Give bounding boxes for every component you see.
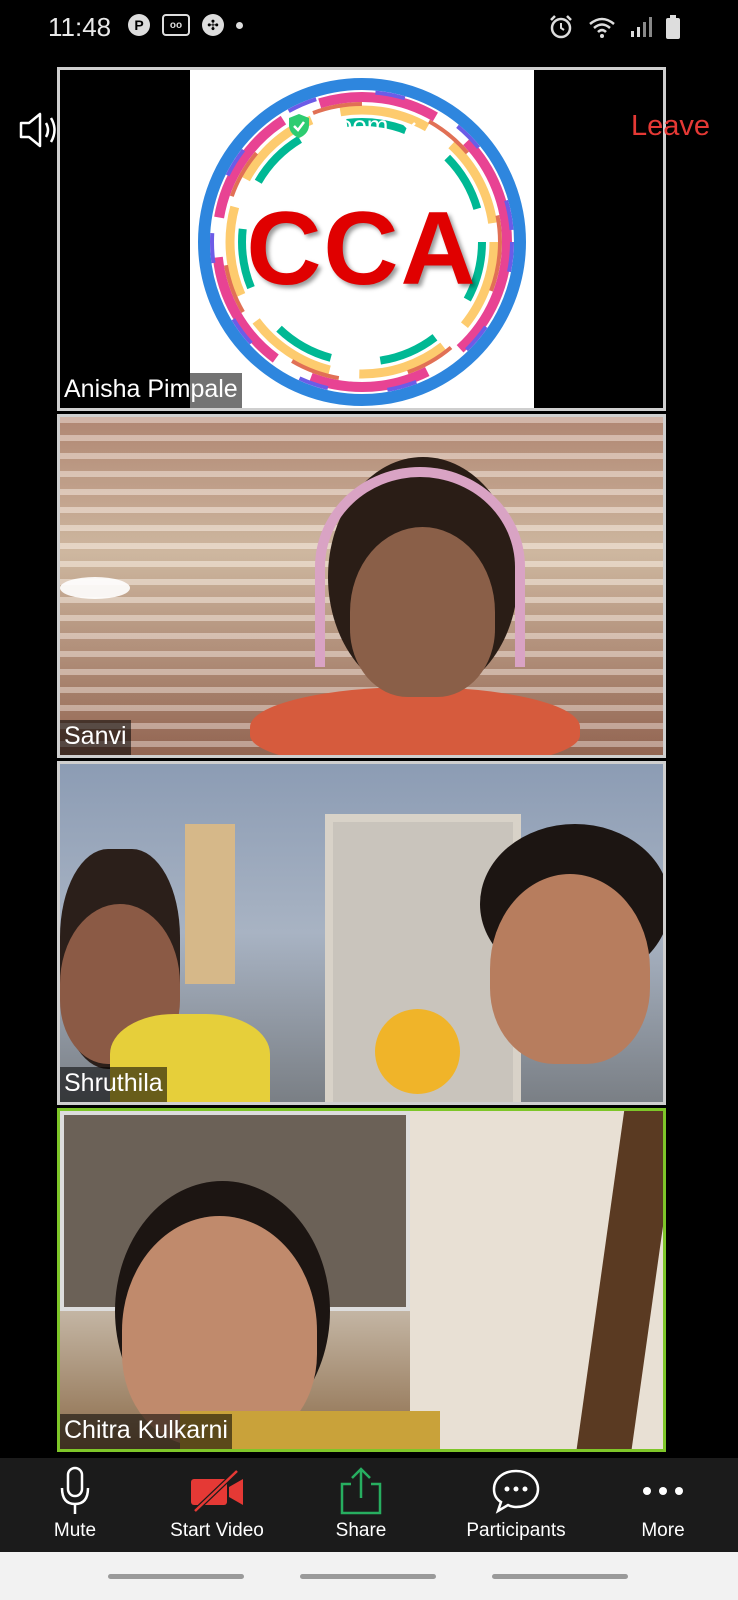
nav-back-button[interactable] [492,1574,628,1579]
logo-text: CCA [246,191,478,307]
mute-button[interactable]: Mute [10,1466,140,1550]
participants-label: Participants [466,1520,566,1541]
share-button[interactable]: Share [296,1466,426,1550]
chevron-down-icon [402,121,417,131]
voicemail-icon: oo [162,14,190,36]
meeting-title-dropdown[interactable]: Zoom [288,110,418,141]
nav-home-button[interactable] [300,1574,436,1579]
alarm-icon [550,15,572,39]
cabinet-door [185,824,235,984]
participant-name: Anisha Pimpale [60,373,242,408]
battery-icon [666,15,680,39]
video-off-icon [191,1469,243,1513]
more-button[interactable]: More [598,1466,728,1550]
share-icon [340,1467,382,1515]
shield-check-icon [289,113,309,138]
more-label: More [641,1520,685,1541]
fan-icon: ✣ [202,14,224,36]
fan [375,1009,460,1094]
signal-icon [631,17,652,37]
participant-name: Sanvi [60,720,131,755]
pinterest-icon: P [128,14,150,36]
participant-video [250,687,580,755]
status-left-icons: P oo ✣ [128,14,243,36]
participant-name: Shruthila [60,1067,167,1102]
speaker-icon[interactable] [18,110,62,150]
chat-bubble-icon [492,1469,540,1514]
leave-button[interactable]: Leave [631,110,710,143]
meeting-title: Zoom [322,110,389,140]
status-time: 11:48 [48,12,112,42]
participants-button[interactable]: Participants [440,1466,592,1550]
start-video-label: Start Video [170,1520,264,1541]
start-video-button[interactable]: Start Video [152,1466,282,1550]
ceiling-light [60,577,130,599]
participant-face-right [490,874,650,1064]
more-dots-icon [643,1487,683,1495]
participant-tile-shruthila[interactable]: Shruthila [57,761,666,1105]
system-nav-bar [0,1552,738,1600]
mute-label: Mute [53,1520,97,1541]
participant-tile-sanvi[interactable]: Sanvi [57,414,666,758]
headphones [315,467,525,667]
meeting-timer: 03:13 [330,160,386,185]
nav-recents-button[interactable] [108,1574,244,1579]
wifi-icon [589,17,615,38]
meeting-toolbar: Mute Start Video Share Participants More [0,1458,738,1552]
participant-tile-chitra[interactable]: Chitra Kulkarni [57,1108,666,1452]
participant-name: Chitra Kulkarni [60,1414,232,1449]
status-bar: 11:48 P oo ✣ [0,0,738,56]
share-label: Share [335,1520,387,1541]
microphone-icon [60,1466,90,1514]
notification-dot-icon [236,21,243,29]
status-right-icons [548,14,680,40]
